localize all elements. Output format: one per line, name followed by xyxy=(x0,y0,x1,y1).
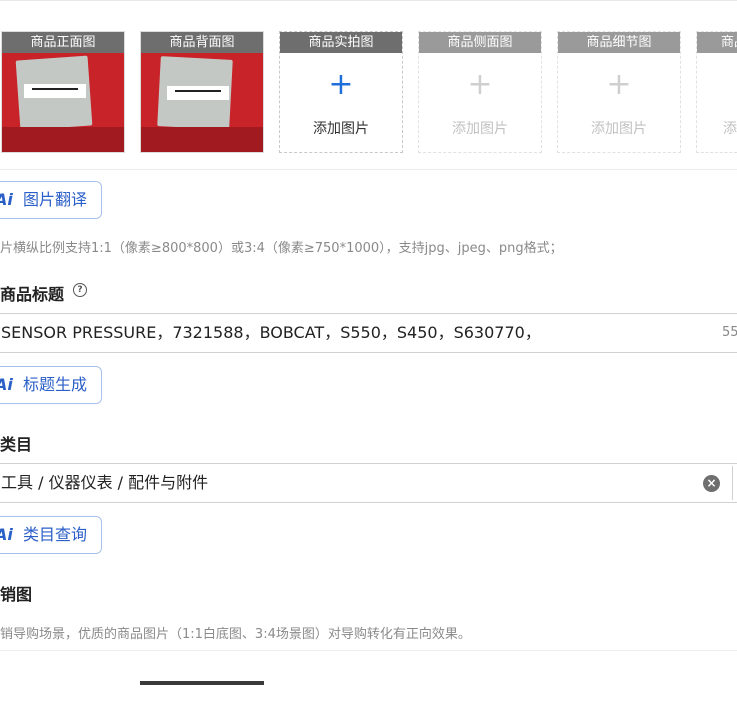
top-divider xyxy=(0,0,737,1)
image-slot-caption: 商品侧面图 xyxy=(419,32,541,53)
select-divider xyxy=(732,466,733,500)
marketing-image-label: 营销图 xyxy=(0,585,33,604)
ai-icon: Ai xyxy=(0,190,13,209)
add-image-label: 添加图片 xyxy=(313,121,369,137)
add-image-label: 添加图片 xyxy=(452,121,508,137)
section-divider xyxy=(0,650,737,651)
image-slot-caption: 商品 xyxy=(697,32,737,53)
category-query-label: 类目查询 xyxy=(23,525,88,544)
image-slot-caption: 商品实拍图 xyxy=(280,32,402,53)
plus-icon: + xyxy=(467,67,493,102)
help-icon[interactable]: ? xyxy=(73,283,87,297)
product-title-label: 商品标题 xyxy=(0,285,65,304)
title-generate-label: 标题生成 xyxy=(23,375,88,394)
plus-icon: + xyxy=(328,67,354,102)
image-slot-caption: 商品背面图 xyxy=(141,32,263,53)
category-value: 工具 / 仪器仪表 / 配件与附件 xyxy=(1,473,209,492)
title-generate-button[interactable]: Ai 标题生成 xyxy=(0,366,102,404)
image-slot-preview-edge xyxy=(140,681,264,685)
image-slot-caption: 商品正面图 xyxy=(2,32,124,53)
add-image-label: 添加图片 xyxy=(591,121,647,137)
plus-icon: + xyxy=(606,67,632,102)
ai-icon: Ai xyxy=(0,525,13,544)
image-slot-real-shot[interactable]: 商品实拍图 + 添加图片 xyxy=(279,31,403,153)
category-query-button[interactable]: Ai 类目查询 xyxy=(0,516,102,554)
product-image-row: 商品正面图 商品背面图 商品实拍图 + 添加图片 商品侧面图 + 添加图片 商品… xyxy=(0,31,737,154)
image-slot-caption: 商品细节图 xyxy=(558,32,680,53)
image-slot-more[interactable]: 商品 添 xyxy=(696,31,737,153)
image-slot-back[interactable]: 商品背面图 xyxy=(140,31,264,153)
image-format-hint: 片横纵比例支持1:1（像素≥800*800）或3:4（像素≥750*1000），… xyxy=(0,241,563,256)
ai-icon: Ai xyxy=(0,375,13,394)
marketing-image-hint: 营销导购场景，优质的商品图片（1:1白底图、3:4场景图）对导购转化有正向效果。 xyxy=(0,627,471,642)
category-label: 类目 xyxy=(0,435,33,454)
category-select[interactable]: 工具 / 仪器仪表 / 配件与附件 × xyxy=(0,463,737,503)
add-image-label: 添 xyxy=(723,121,737,137)
image-translate-label: 图片翻译 xyxy=(23,190,88,209)
image-slot-front[interactable]: 商品正面图 xyxy=(1,31,125,153)
image-translate-button[interactable]: Ai 图片翻译 xyxy=(0,181,102,219)
product-title-value: SENSOR PRESSURE，7321588，BOBCAT，S550，S450… xyxy=(1,323,541,342)
section-divider xyxy=(0,169,737,170)
title-char-count: 55 xyxy=(722,325,737,340)
image-slot-side[interactable]: 商品侧面图 + 添加图片 xyxy=(418,31,542,153)
clear-icon[interactable]: × xyxy=(703,475,720,492)
product-title-input[interactable]: SENSOR PRESSURE，7321588，BOBCAT，S550，S450… xyxy=(0,313,737,353)
image-slot-detail[interactable]: 商品细节图 + 添加图片 xyxy=(557,31,681,153)
